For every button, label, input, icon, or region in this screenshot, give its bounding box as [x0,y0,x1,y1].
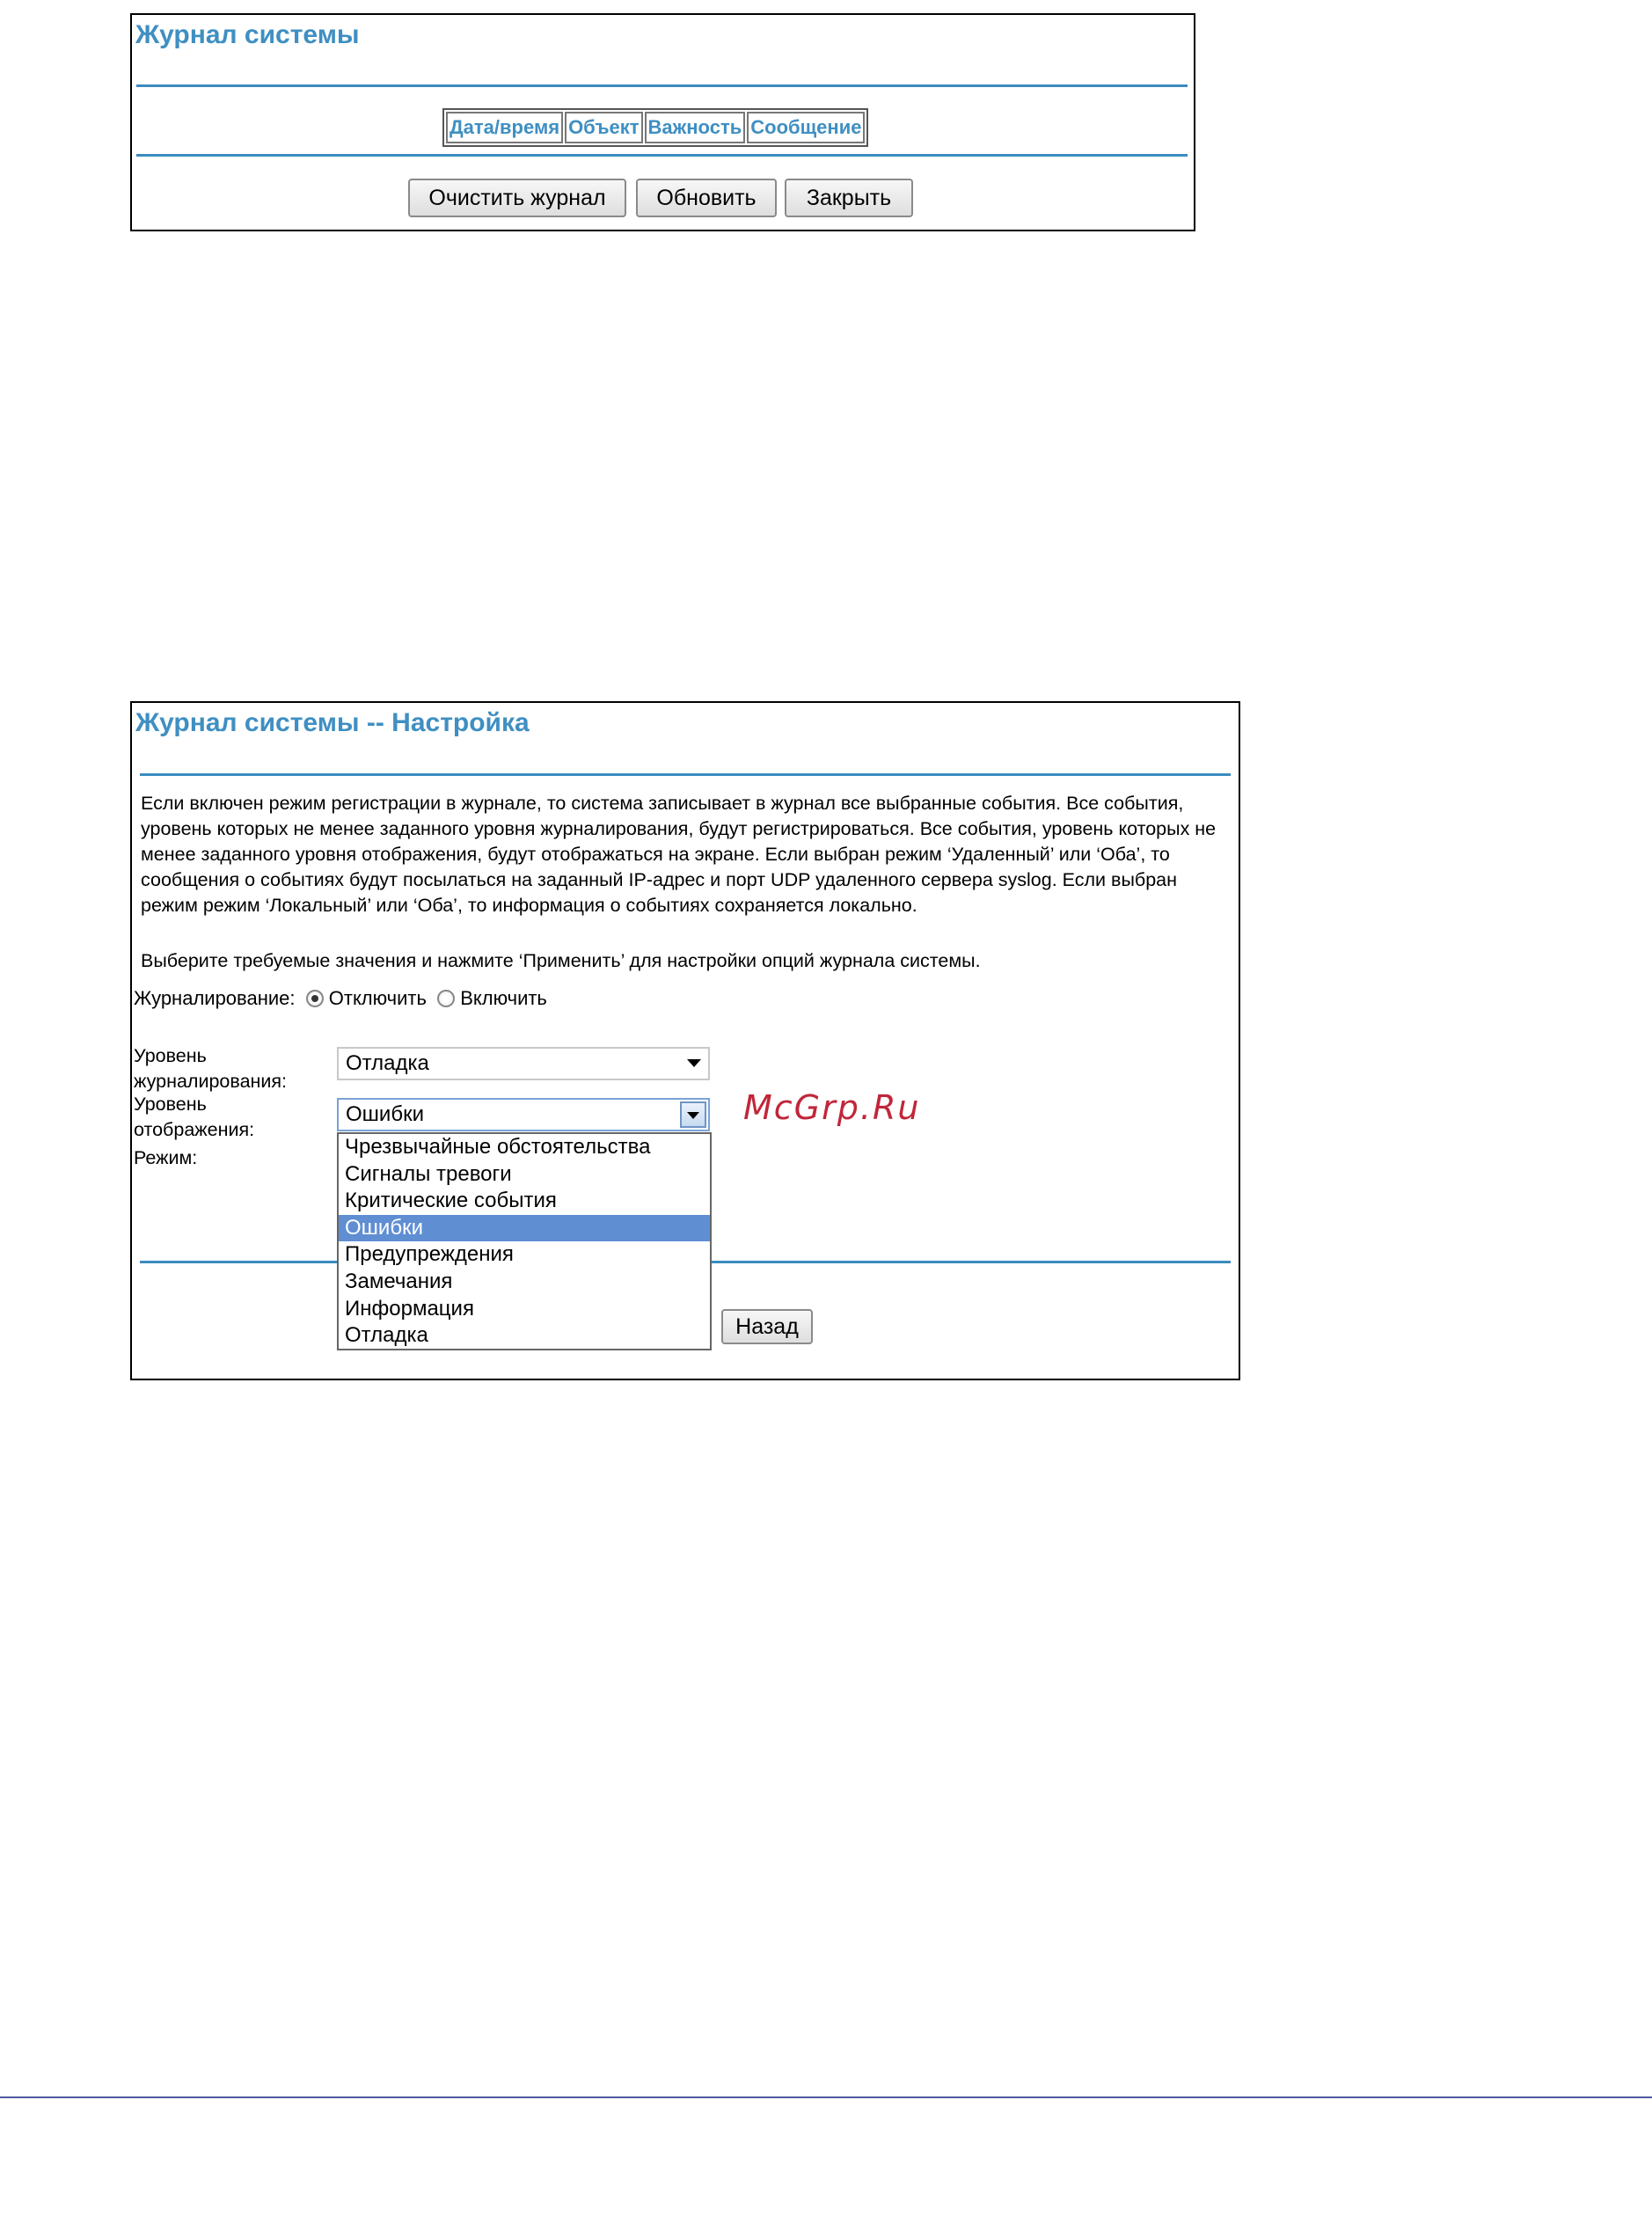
display-level-dropdown[interactable]: Чрезвычайные обстоятельства Сигналы трев… [337,1132,712,1350]
logging-disable-label[interactable]: Отключить [329,987,427,1009]
footer-divider [0,2096,1652,2098]
table-divider [136,154,1188,157]
dropdown-option-debug[interactable]: Отладка [339,1322,710,1350]
dropdown-option-warning[interactable]: Предупреждения [339,1241,710,1269]
chevron-down-icon [687,1059,701,1067]
dropdown-option-alert[interactable]: Сигналы тревоги [339,1161,710,1189]
column-header-datetime[interactable]: Дата/время [446,112,564,143]
close-button[interactable]: Закрыть [785,179,913,217]
log-settings-panel: Журнал системы -- Настройка Если включен… [130,701,1240,1380]
logging-row: Журналирование: Отключить Включить [134,987,547,1010]
column-header-message[interactable]: Сообщение [747,112,866,143]
logging-label: Журналирование: [134,987,296,1009]
log-settings-title: Журнал системы -- Настройка [135,708,530,737]
dropdown-option-error[interactable]: Ошибки [339,1214,710,1242]
dropdown-option-emergency[interactable]: Чрезвычайные обстоятельства [339,1134,710,1161]
dropdown-option-critical[interactable]: Критические события [339,1188,710,1215]
display-level-select[interactable]: Ошибки [337,1098,710,1131]
log-level-select[interactable]: Отладка [337,1047,710,1080]
column-header-object[interactable]: Объект [565,112,643,143]
chevron-down-icon[interactable] [680,1101,706,1128]
log-level-label-line1: Уровень [134,1045,207,1066]
settings-description: Если включен режим регистрации в журнале… [141,793,1217,916]
logging-enable-radio[interactable] [437,990,456,1007]
display-level-select-value: Ошибки [346,1102,424,1126]
clear-log-button[interactable]: Очистить журнал [408,179,626,217]
refresh-button[interactable]: Обновить [636,179,777,217]
logging-enable-label[interactable]: Включить [460,987,547,1009]
dropdown-option-info[interactable]: Информация [339,1296,710,1323]
back-button[interactable]: Назад [721,1309,813,1344]
log-level-label: Уровень журналирования: [134,1043,287,1094]
mode-label: Режим: [134,1147,198,1168]
display-level-label: Уровень отображения: [134,1092,254,1143]
dropdown-option-notice[interactable]: Замечания [339,1269,710,1296]
log-level-label-line2: журналирования: [134,1071,288,1092]
log-level-select-value: Отладка [346,1051,429,1075]
display-level-label-line1: Уровень [134,1094,207,1115]
system-log-title: Журнал системы [135,20,360,49]
settings-title-divider [140,773,1231,776]
watermark: McGrp.Ru [743,1088,921,1127]
column-header-severity[interactable]: Важность [644,112,746,143]
log-table-header-row: Дата/время Объект Важность Сообщение [446,112,866,143]
log-table: Дата/время Объект Важность Сообщение [442,108,869,147]
system-log-panel: Журнал системы Дата/время Объект Важност… [130,13,1195,231]
title-divider [136,84,1188,87]
logging-disable-radio[interactable] [305,990,324,1007]
settings-instruction: Выберите требуемые значения и нажмите ‘П… [141,950,981,971]
display-level-label-line2: отображения: [134,1119,255,1140]
